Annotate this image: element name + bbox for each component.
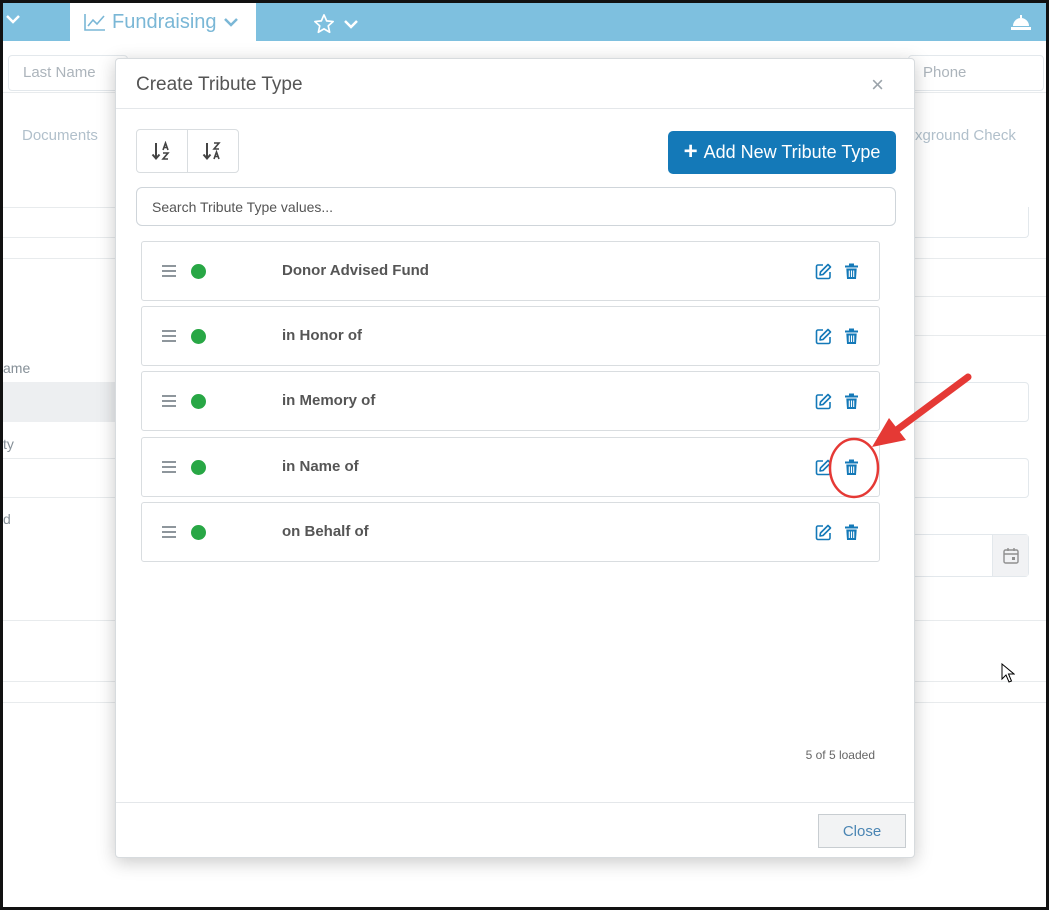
status-active-indicator: [191, 525, 206, 540]
trash-icon[interactable]: [844, 524, 859, 541]
dialog-footer-divider: [116, 802, 914, 803]
status-active-indicator: [191, 394, 206, 409]
drag-handle-icon[interactable]: [162, 265, 176, 280]
trash-icon[interactable]: [844, 328, 859, 345]
trend-chart-icon: [84, 14, 105, 31]
star-icon[interactable]: [313, 13, 335, 35]
edit-icon[interactable]: [815, 524, 832, 541]
drag-handle-icon[interactable]: [162, 526, 176, 541]
list-item: in Memory of: [141, 371, 880, 431]
drag-handle-icon[interactable]: [162, 395, 176, 410]
item-label: in Memory of: [282, 392, 376, 409]
create-tribute-type-dialog: Create Tribute Type × + Add New Tribute …: [115, 58, 915, 858]
status-active-indicator: [191, 460, 206, 475]
edit-icon[interactable]: [815, 263, 832, 280]
status-active-indicator: [191, 264, 206, 279]
edit-icon[interactable]: [815, 328, 832, 345]
mouse-cursor-icon: [1001, 663, 1015, 683]
chevron-down-icon[interactable]: [343, 16, 359, 32]
sort-toggle-group: [136, 129, 239, 173]
dialog-header: Create Tribute Type ×: [116, 59, 914, 109]
add-new-tribute-type-button[interactable]: + Add New Tribute Type: [668, 131, 896, 174]
sort-z-a-icon: [202, 142, 221, 161]
edit-icon[interactable]: [815, 459, 832, 476]
list-item: Donor Advised Fund: [141, 241, 880, 301]
chevron-down-icon: [223, 18, 238, 27]
loaded-count: 5 of 5 loaded: [805, 748, 875, 762]
tab-fundraising[interactable]: Fundraising: [70, 3, 256, 41]
drag-handle-icon[interactable]: [162, 461, 176, 476]
trash-icon[interactable]: [844, 263, 859, 280]
status-active-indicator: [191, 329, 206, 344]
search-input[interactable]: [136, 187, 896, 226]
trash-icon[interactable]: [844, 393, 859, 410]
sort-descending-button[interactable]: [187, 130, 238, 172]
sort-ascending-button[interactable]: [137, 130, 187, 172]
add-button-label: Add New Tribute Type: [703, 142, 881, 162]
close-button[interactable]: Close: [818, 814, 906, 848]
list-item: in Honor of: [141, 306, 880, 366]
sort-a-z-icon: [151, 141, 170, 161]
chevron-down-icon[interactable]: [5, 11, 21, 27]
list-item: on Behalf of: [141, 502, 880, 562]
trash-icon[interactable]: [844, 459, 859, 476]
service-bell-icon[interactable]: [1010, 13, 1032, 31]
close-icon[interactable]: ×: [871, 72, 884, 98]
drag-handle-icon[interactable]: [162, 330, 176, 345]
item-label: in Name of: [282, 458, 359, 475]
favorites-menu[interactable]: [313, 13, 359, 35]
plus-icon: +: [683, 137, 698, 165]
item-label: on Behalf of: [282, 523, 369, 540]
tab-fundraising-label: Fundraising: [112, 10, 217, 33]
list-item: in Name of: [141, 437, 880, 497]
item-label: Donor Advised Fund: [282, 262, 429, 279]
item-label: in Honor of: [282, 327, 362, 344]
edit-icon[interactable]: [815, 393, 832, 410]
dialog-title: Create Tribute Type: [136, 74, 303, 95]
